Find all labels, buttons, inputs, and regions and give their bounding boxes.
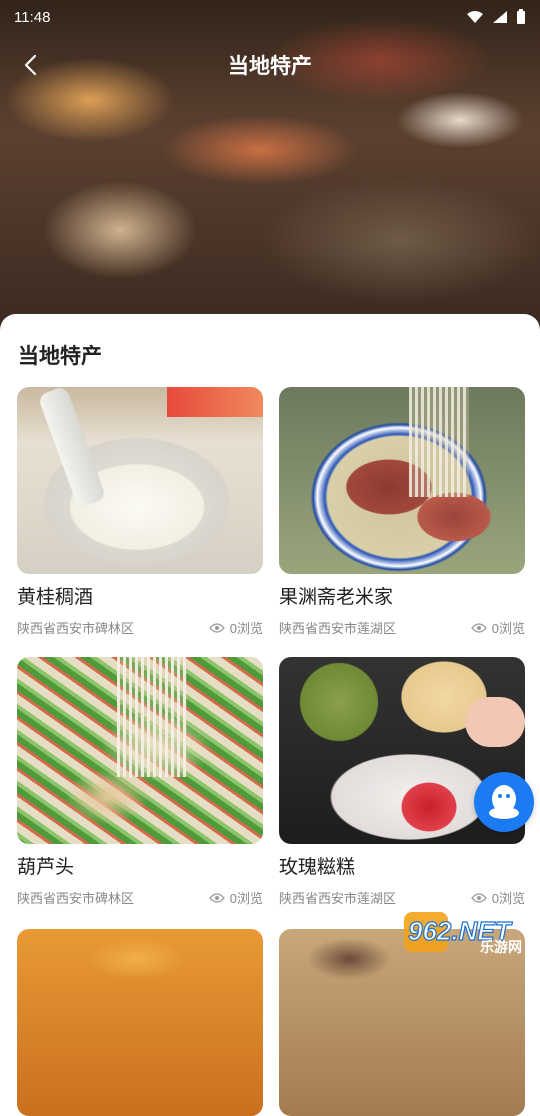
eye-icon — [470, 892, 487, 903]
specialty-name: 黄桂稠酒 — [17, 587, 94, 608]
eye-icon — [208, 892, 225, 903]
top-navigation-bar: 当地特产 — [0, 40, 540, 90]
specialty-location: 陕西省西安市莲湖区 — [279, 621, 397, 636]
specialty-location: 陕西省西安市莲湖区 — [279, 891, 397, 906]
chat-bot-button[interactable] — [474, 772, 534, 832]
view-count: 0浏览 — [491, 621, 525, 636]
specialty-image — [17, 387, 263, 574]
specialty-card[interactable] — [279, 929, 525, 1116]
wifi-icon — [467, 11, 483, 23]
content-sheet: 当地特产 黄桂稠酒 陕西省西安市碑林区 0浏览 果渊斋老米家 陕西省西安市莲湖区… — [0, 314, 540, 1116]
specialty-card[interactable]: 果渊斋老米家 陕西省西安市莲湖区 0浏览 — [279, 387, 525, 637]
signal-icon — [493, 11, 507, 23]
site-watermark-logo: 962.NET 乐游网 — [404, 912, 522, 954]
section-title: 当地特产 — [18, 345, 102, 368]
specialty-name: 葫芦头 — [17, 857, 75, 878]
status-bar: 11:48 — [14, 6, 526, 28]
view-count: 0浏览 — [491, 891, 525, 906]
specialty-location: 陕西省西安市碑林区 — [17, 891, 135, 906]
eye-icon — [470, 622, 487, 633]
specialty-card[interactable] — [17, 929, 263, 1116]
specialty-image — [279, 929, 525, 1116]
watermark-sub: 乐游网 — [480, 939, 522, 954]
page-title: 当地特产 — [228, 55, 312, 78]
penguin-chat-icon — [489, 785, 519, 819]
specialty-image — [17, 929, 263, 1116]
specialty-card[interactable]: 黄桂稠酒 陕西省西安市碑林区 0浏览 — [17, 387, 263, 637]
specialty-name: 玫瑰糍糕 — [279, 857, 356, 878]
specialty-image — [17, 657, 263, 844]
specialty-card[interactable]: 葫芦头 陕西省西安市碑林区 0浏览 — [17, 657, 263, 907]
specialty-location: 陕西省西安市碑林区 — [17, 621, 135, 636]
battery-icon — [517, 9, 525, 24]
specialty-name: 果渊斋老米家 — [279, 587, 394, 608]
status-time: 11:48 — [14, 8, 51, 26]
view-count: 0浏览 — [229, 621, 263, 636]
specialty-image — [279, 387, 525, 574]
eye-icon — [208, 622, 225, 633]
view-count: 0浏览 — [229, 891, 263, 906]
